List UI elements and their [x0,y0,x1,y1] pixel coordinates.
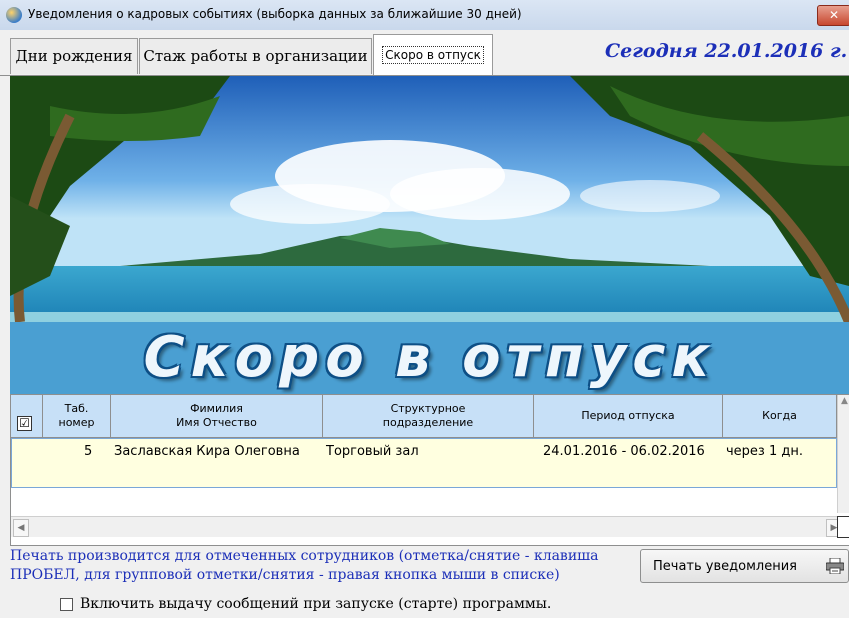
tab-seniority[interactable]: Стаж работы в организации [139,38,372,74]
print-instructions: Печать производится для отмеченных сотру… [10,547,630,585]
tab-vacation[interactable]: Скоро в отпуск [373,34,493,75]
print-instructions-line1: Печать производится для отмеченных сотру… [10,548,599,564]
app-icon [6,7,22,23]
tropical-banner [10,76,849,322]
vertical-scrollbar[interactable]: ▲ [837,395,849,513]
horizontal-scrollbar[interactable]: ◀ ▶ [11,516,849,537]
employee-grid[interactable]: ☑ Таб. номер Фимилия Имя Отчество Структ… [10,394,849,546]
scrollbar-corner [837,516,849,538]
cell-vacation-period: 24.01.2016 - 06.02.2016 [543,444,705,459]
beach-picture [10,76,849,322]
vacation-heading: Скоро в отпуск [143,325,716,390]
startup-checkbox[interactable] [60,598,73,611]
close-icon[interactable]: ✕ [829,8,839,22]
print-notifications-button[interactable]: Печать уведомления [640,549,849,583]
grid-header: ☑ Таб. номер Фимилия Имя Отчество Структ… [11,395,849,438]
startup-checkbox-label[interactable]: Включить выдачу сообщений при запуске (с… [80,596,551,612]
header-check-column[interactable]: ☑ [11,395,43,437]
header-department[interactable]: Структурное подразделение [323,395,534,437]
cell-department: Торговый зал [326,444,419,459]
header-vacation-period[interactable]: Период отпуска [534,395,723,437]
print-instructions-line2: ПРОБЕЛ, для групповой отметки/снятия - п… [10,567,560,583]
cell-when: через 1 дн. [726,444,803,459]
tab-vacation-label: Скоро в отпуск [382,46,484,64]
title-bar: Уведомления о кадровых событиях (выборка… [0,0,849,31]
scroll-left-icon[interactable]: ◀ [13,519,29,537]
printer-icon [826,558,844,574]
print-button-label: Печать уведомления [653,559,797,574]
cell-full-name: Заславская Кира Олеговна [114,444,300,459]
window-title: Уведомления о кадровых событиях (выборка… [28,7,522,21]
table-row[interactable]: 5 Заславская Кира Олеговна Торговый зал … [11,438,837,488]
header-when[interactable]: Когда [723,395,837,437]
close-button[interactable]: ✕ [817,5,849,26]
today-date: Сегодня 22.01.2016 г. [605,40,848,62]
tab-birthdays[interactable]: Дни рождения [10,38,138,74]
vacation-heading-band: Скоро в отпуск [10,322,849,394]
scroll-up-icon[interactable]: ▲ [838,395,849,408]
tab-strip: Дни рождения Стаж работы в организации С… [0,30,849,76]
cell-tab-number: 5 [84,444,93,459]
header-tab-number[interactable]: Таб. номер [43,395,111,437]
checkbox-icon[interactable]: ☑ [17,416,32,431]
header-full-name[interactable]: Фимилия Имя Отчество [111,395,323,437]
